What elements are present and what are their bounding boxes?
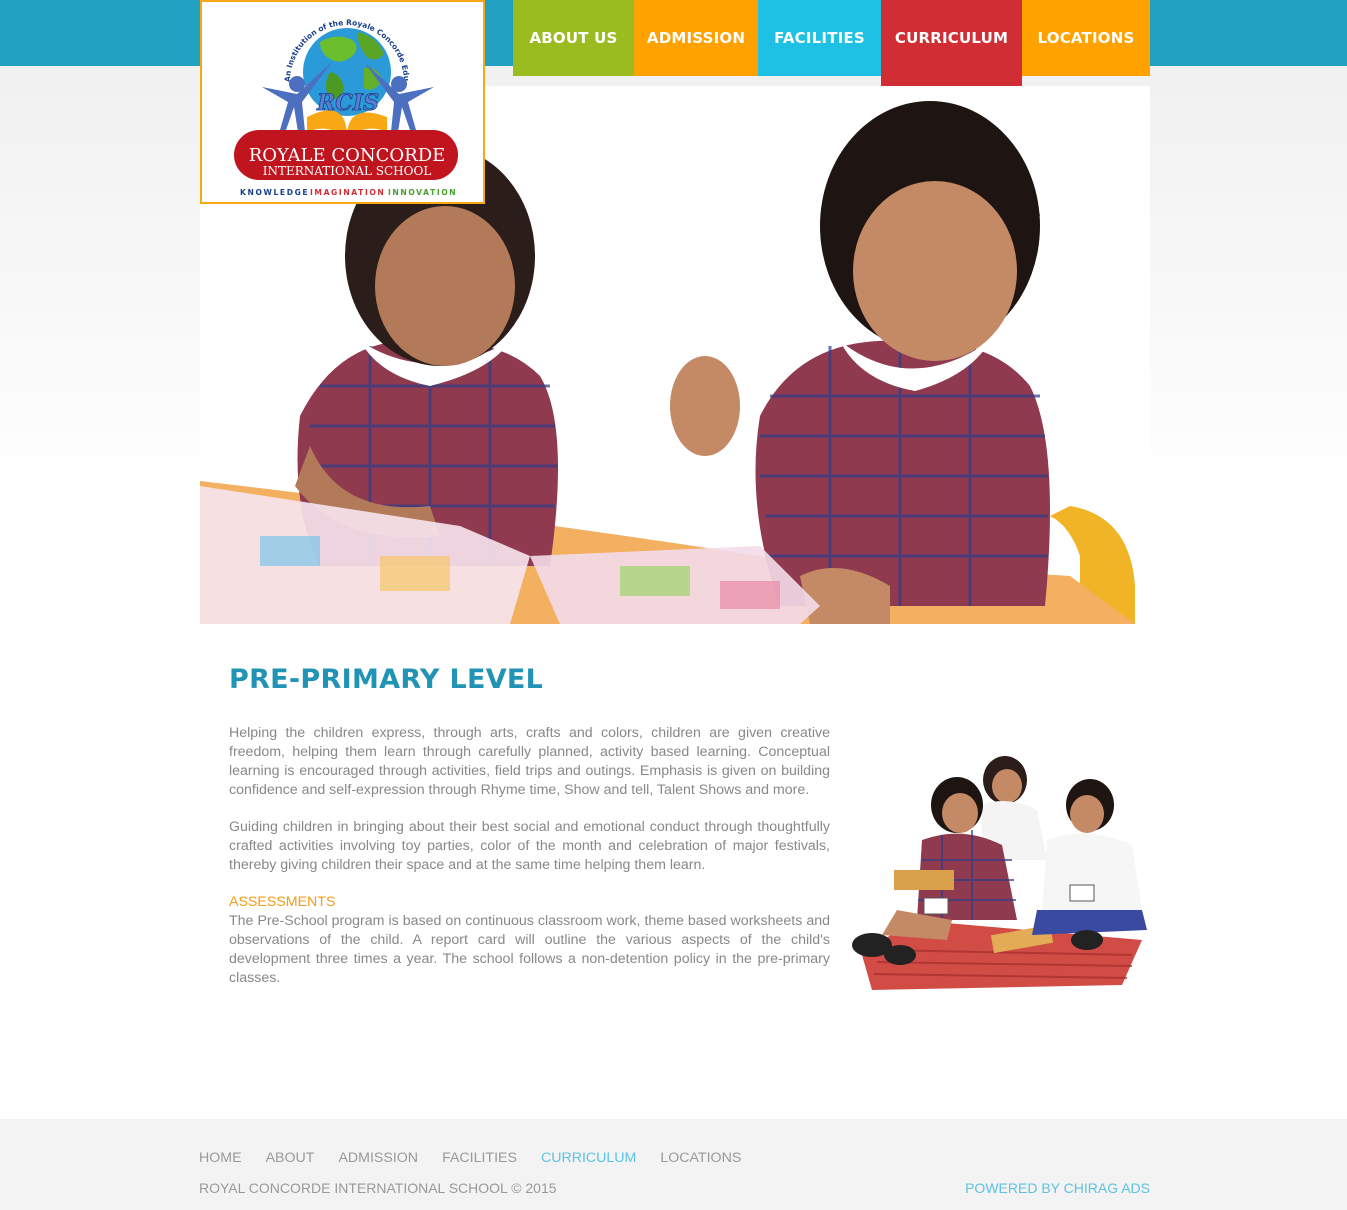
school-logo[interactable]: An Institution of the Royale Concorde Ed…: [200, 0, 485, 204]
main-nav: ABOUT US ADMISSION FACILITIES CURRICULUM…: [513, 0, 1150, 86]
assessments-heading: ASSESSMENTS: [229, 894, 336, 910]
logo-monogram: RCIS: [316, 90, 379, 116]
footer-link-locations[interactable]: LOCATIONS: [660, 1150, 741, 1166]
nav-curriculum[interactable]: CURRICULUM: [881, 0, 1022, 86]
intro-paragraph: Helping the children express, through ar…: [229, 725, 830, 798]
footer-link-about[interactable]: ABOUT: [266, 1150, 315, 1166]
assessments-paragraph: The Pre-School program is based on conti…: [229, 913, 830, 986]
footer-link-admission[interactable]: ADMISSION: [338, 1150, 418, 1166]
copyright-text: ROYAL CONCORDE INTERNATIONAL SCHOOL © 20…: [199, 1180, 557, 1196]
social-paragraph: Guiding children in bringing about their…: [229, 819, 830, 873]
nav-locations[interactable]: LOCATIONS: [1022, 0, 1150, 76]
logo-emblem: An Institution of the Royale Concorde Ed…: [202, 2, 458, 197]
nav-about-us[interactable]: ABOUT US: [513, 0, 634, 76]
footer-link-curriculum[interactable]: CURRICULUM: [541, 1150, 636, 1166]
nav-facilities[interactable]: FACILITIES: [758, 0, 881, 76]
footer-link-home[interactable]: HOME: [199, 1150, 242, 1166]
logo-tagline-knowledge: KNOWLEDGE: [240, 188, 309, 197]
page-title: PRE-PRIMARY LEVEL: [229, 664, 544, 695]
logo-name-line-2: INTERNATIONAL SCHOOL: [263, 164, 432, 178]
logo-tagline-imagination: IMAGINATION: [310, 188, 385, 197]
main-content: PRE-PRIMARY LEVEL Helping the children e…: [229, 664, 830, 988]
children-side-image: [842, 750, 1152, 990]
nav-admission[interactable]: ADMISSION: [634, 0, 758, 76]
footer-link-facilities[interactable]: FACILITIES: [442, 1150, 517, 1166]
logo-tagline-innovation: INNOVATION: [388, 188, 457, 197]
logo-name-line-1: ROYALE CONCORDE: [249, 145, 446, 166]
footer-nav: HOME ABOUT ADMISSION FACILITIES CURRICUL…: [199, 1150, 741, 1166]
powered-by-link[interactable]: POWERED BY CHIRAG ADS: [965, 1180, 1150, 1196]
